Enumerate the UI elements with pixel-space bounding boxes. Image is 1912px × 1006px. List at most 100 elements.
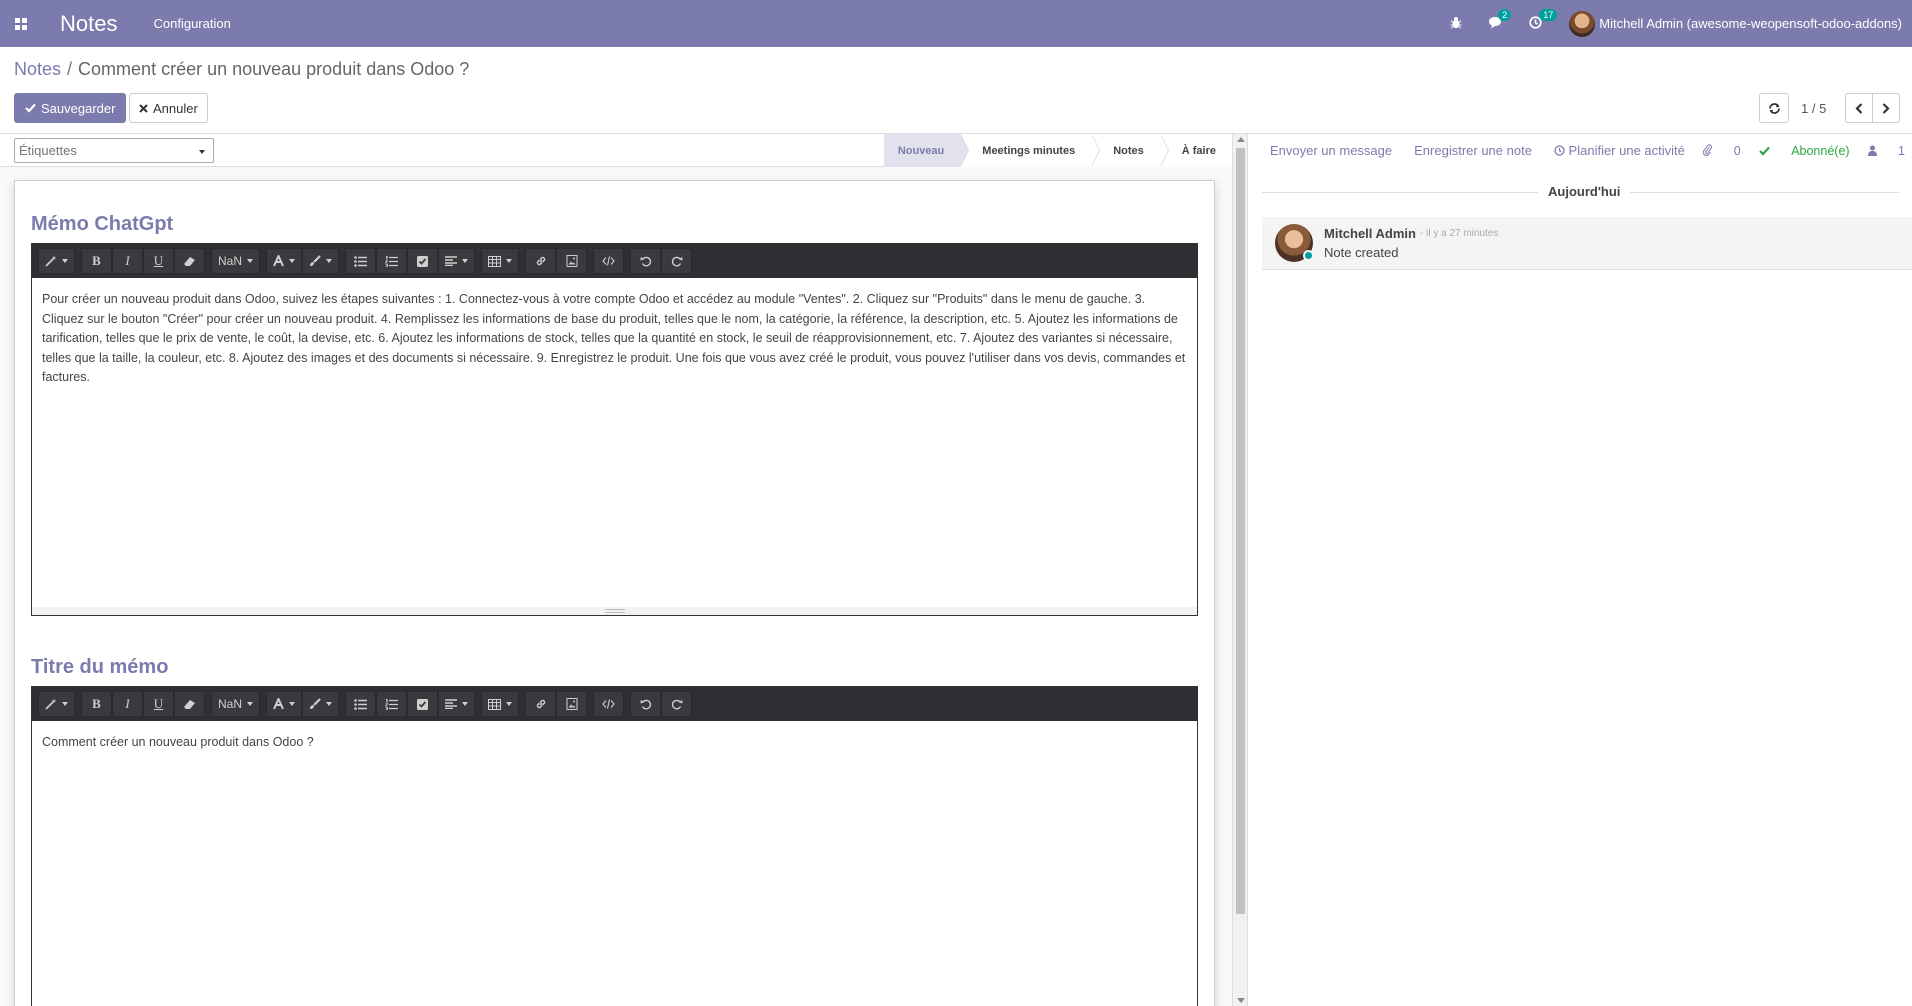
- align-dropdown[interactable]: [438, 248, 476, 274]
- link-button[interactable]: [525, 691, 557, 717]
- message-date: - il y a 27 minutes: [1420, 228, 1499, 239]
- editor-resize-handle[interactable]: [32, 607, 1197, 615]
- schedule-activity-label: Planifier une activité: [1568, 143, 1685, 158]
- font-size-value: NaN: [218, 254, 243, 268]
- brush-icon: [310, 698, 321, 709]
- image-button[interactable]: [556, 248, 588, 274]
- style-dropdown[interactable]: [38, 691, 75, 717]
- stage-a-faire[interactable]: À faire: [1159, 134, 1232, 167]
- redo-button[interactable]: [661, 691, 693, 717]
- font-color-icon: [273, 698, 284, 710]
- pager-previous-button[interactable]: [1845, 93, 1873, 123]
- user-avatar: [1569, 10, 1596, 37]
- font-color-dropdown[interactable]: [266, 691, 303, 717]
- followers-button[interactable]: 1: [1867, 144, 1905, 158]
- field-titre-memo-label: Titre du mémo: [31, 656, 169, 678]
- apps-menu-icon[interactable]: [0, 0, 42, 47]
- font-color-dropdown[interactable]: [266, 248, 303, 274]
- scroll-up-icon[interactable]: [1237, 137, 1245, 142]
- stage-meetings-minutes[interactable]: Meetings minutes: [960, 134, 1101, 167]
- memo-chatgpt-content[interactable]: Pour créer un nouveau produit dans Odoo,…: [32, 278, 1197, 607]
- table-dropdown[interactable]: [481, 248, 520, 274]
- user-name: Mitchell Admin (awesome-weopensoft-odoo-…: [1599, 16, 1902, 31]
- stage-nouveau[interactable]: Nouveau: [883, 134, 970, 167]
- code-view-button[interactable]: [593, 248, 625, 274]
- control-panel: Notes / Comment créer un nouveau produit d…: [0, 47, 1912, 134]
- image-icon: [566, 255, 578, 267]
- log-note-button[interactable]: Enregistrer une note: [1414, 143, 1532, 158]
- activities-icon[interactable]: 17: [1529, 8, 1558, 32]
- pager-next-button[interactable]: [1872, 93, 1900, 123]
- align-left-icon: [445, 699, 458, 709]
- form-scrollbar[interactable]: [1232, 134, 1247, 1006]
- table-dropdown[interactable]: [481, 691, 520, 717]
- table-icon: [488, 255, 502, 267]
- font-size-dropdown[interactable]: NaN: [211, 691, 261, 717]
- bullet-list-button[interactable]: [345, 248, 377, 274]
- image-button[interactable]: [556, 691, 588, 717]
- send-message-button[interactable]: Envoyer un message: [1270, 143, 1392, 158]
- code-icon: [602, 699, 615, 709]
- brush-icon: [310, 255, 321, 266]
- tags-input[interactable]: Étiquettes: [14, 138, 214, 163]
- eraser-button[interactable]: [174, 248, 205, 274]
- undo-icon: [640, 256, 651, 267]
- cancel-button[interactable]: Annuler: [129, 93, 208, 123]
- schedule-activity-button[interactable]: Planifier une activité: [1554, 143, 1685, 158]
- redo-button[interactable]: [661, 248, 693, 274]
- italic-button[interactable]: I: [112, 248, 143, 274]
- numbered-list-button[interactable]: [376, 691, 408, 717]
- checklist-button[interactable]: [407, 248, 439, 274]
- link-button[interactable]: [525, 248, 557, 274]
- breadcrumb: Notes / Comment créer un nouveau produit d…: [14, 59, 469, 80]
- highlight-color-dropdown[interactable]: [302, 691, 340, 717]
- menu-configuration[interactable]: Configuration: [153, 16, 230, 31]
- undo-button[interactable]: [630, 691, 662, 717]
- scrollbar-thumb[interactable]: [1236, 148, 1245, 914]
- save-button[interactable]: Sauvegarder: [14, 93, 127, 123]
- stage-notes[interactable]: Notes: [1091, 134, 1169, 167]
- redo-icon: [671, 256, 683, 267]
- align-dropdown[interactable]: [438, 691, 476, 717]
- eraser-icon: [184, 699, 195, 709]
- cancel-button-label: Annuler: [153, 100, 198, 116]
- underline-button[interactable]: U: [143, 691, 174, 717]
- bug-icon[interactable]: [1450, 16, 1462, 32]
- chatter-message: Mitchell Admin - il y a 27 minutes Note …: [1262, 217, 1912, 270]
- scroll-down-icon[interactable]: [1237, 998, 1245, 1003]
- bold-button[interactable]: B: [81, 248, 112, 274]
- attachments-button[interactable]: 0: [1703, 143, 1741, 158]
- subscribe-toggle[interactable]: Abonné(e): [1758, 144, 1850, 158]
- user-icon: [1867, 145, 1877, 156]
- save-button-label: Sauvegarder: [41, 100, 116, 116]
- systray: 2 17 Mitchell Admin (awesome-weopensoft-…: [1437, 0, 1912, 47]
- style-dropdown[interactable]: [38, 248, 75, 274]
- redo-icon: [671, 699, 683, 710]
- eraser-button[interactable]: [174, 691, 205, 717]
- numbered-list-button[interactable]: [376, 248, 408, 274]
- font-size-dropdown[interactable]: NaN: [211, 248, 261, 274]
- bold-button[interactable]: B: [81, 691, 112, 717]
- attachments-count: 0: [1733, 143, 1741, 158]
- italic-button[interactable]: I: [112, 691, 143, 717]
- list-ol-icon: [385, 255, 399, 267]
- refresh-button[interactable]: [1759, 93, 1789, 123]
- highlight-color-dropdown[interactable]: [302, 248, 340, 274]
- pager-value[interactable]: 1 / 5: [1801, 101, 1826, 116]
- link-icon: [536, 699, 545, 709]
- app-brand[interactable]: Notes: [60, 11, 117, 37]
- underline-button[interactable]: U: [143, 248, 174, 274]
- checkbox-icon: [417, 698, 429, 710]
- breadcrumb-notes-link[interactable]: Notes: [14, 59, 61, 79]
- user-menu[interactable]: Mitchell Admin (awesome-weopensoft-odoo-…: [1569, 10, 1902, 37]
- bullet-list-button[interactable]: [345, 691, 377, 717]
- messages-icon[interactable]: 2: [1488, 8, 1512, 32]
- check-icon: [25, 103, 36, 113]
- titre-memo-content[interactable]: Comment créer un nouveau produit dans Od…: [32, 721, 1197, 765]
- checklist-button[interactable]: [407, 691, 439, 717]
- code-view-button[interactable]: [593, 691, 625, 717]
- undo-button[interactable]: [630, 248, 662, 274]
- list-ol-icon: [385, 698, 399, 710]
- activities-badge: 17: [1539, 8, 1558, 21]
- message-author[interactable]: Mitchell Admin: [1324, 226, 1416, 241]
